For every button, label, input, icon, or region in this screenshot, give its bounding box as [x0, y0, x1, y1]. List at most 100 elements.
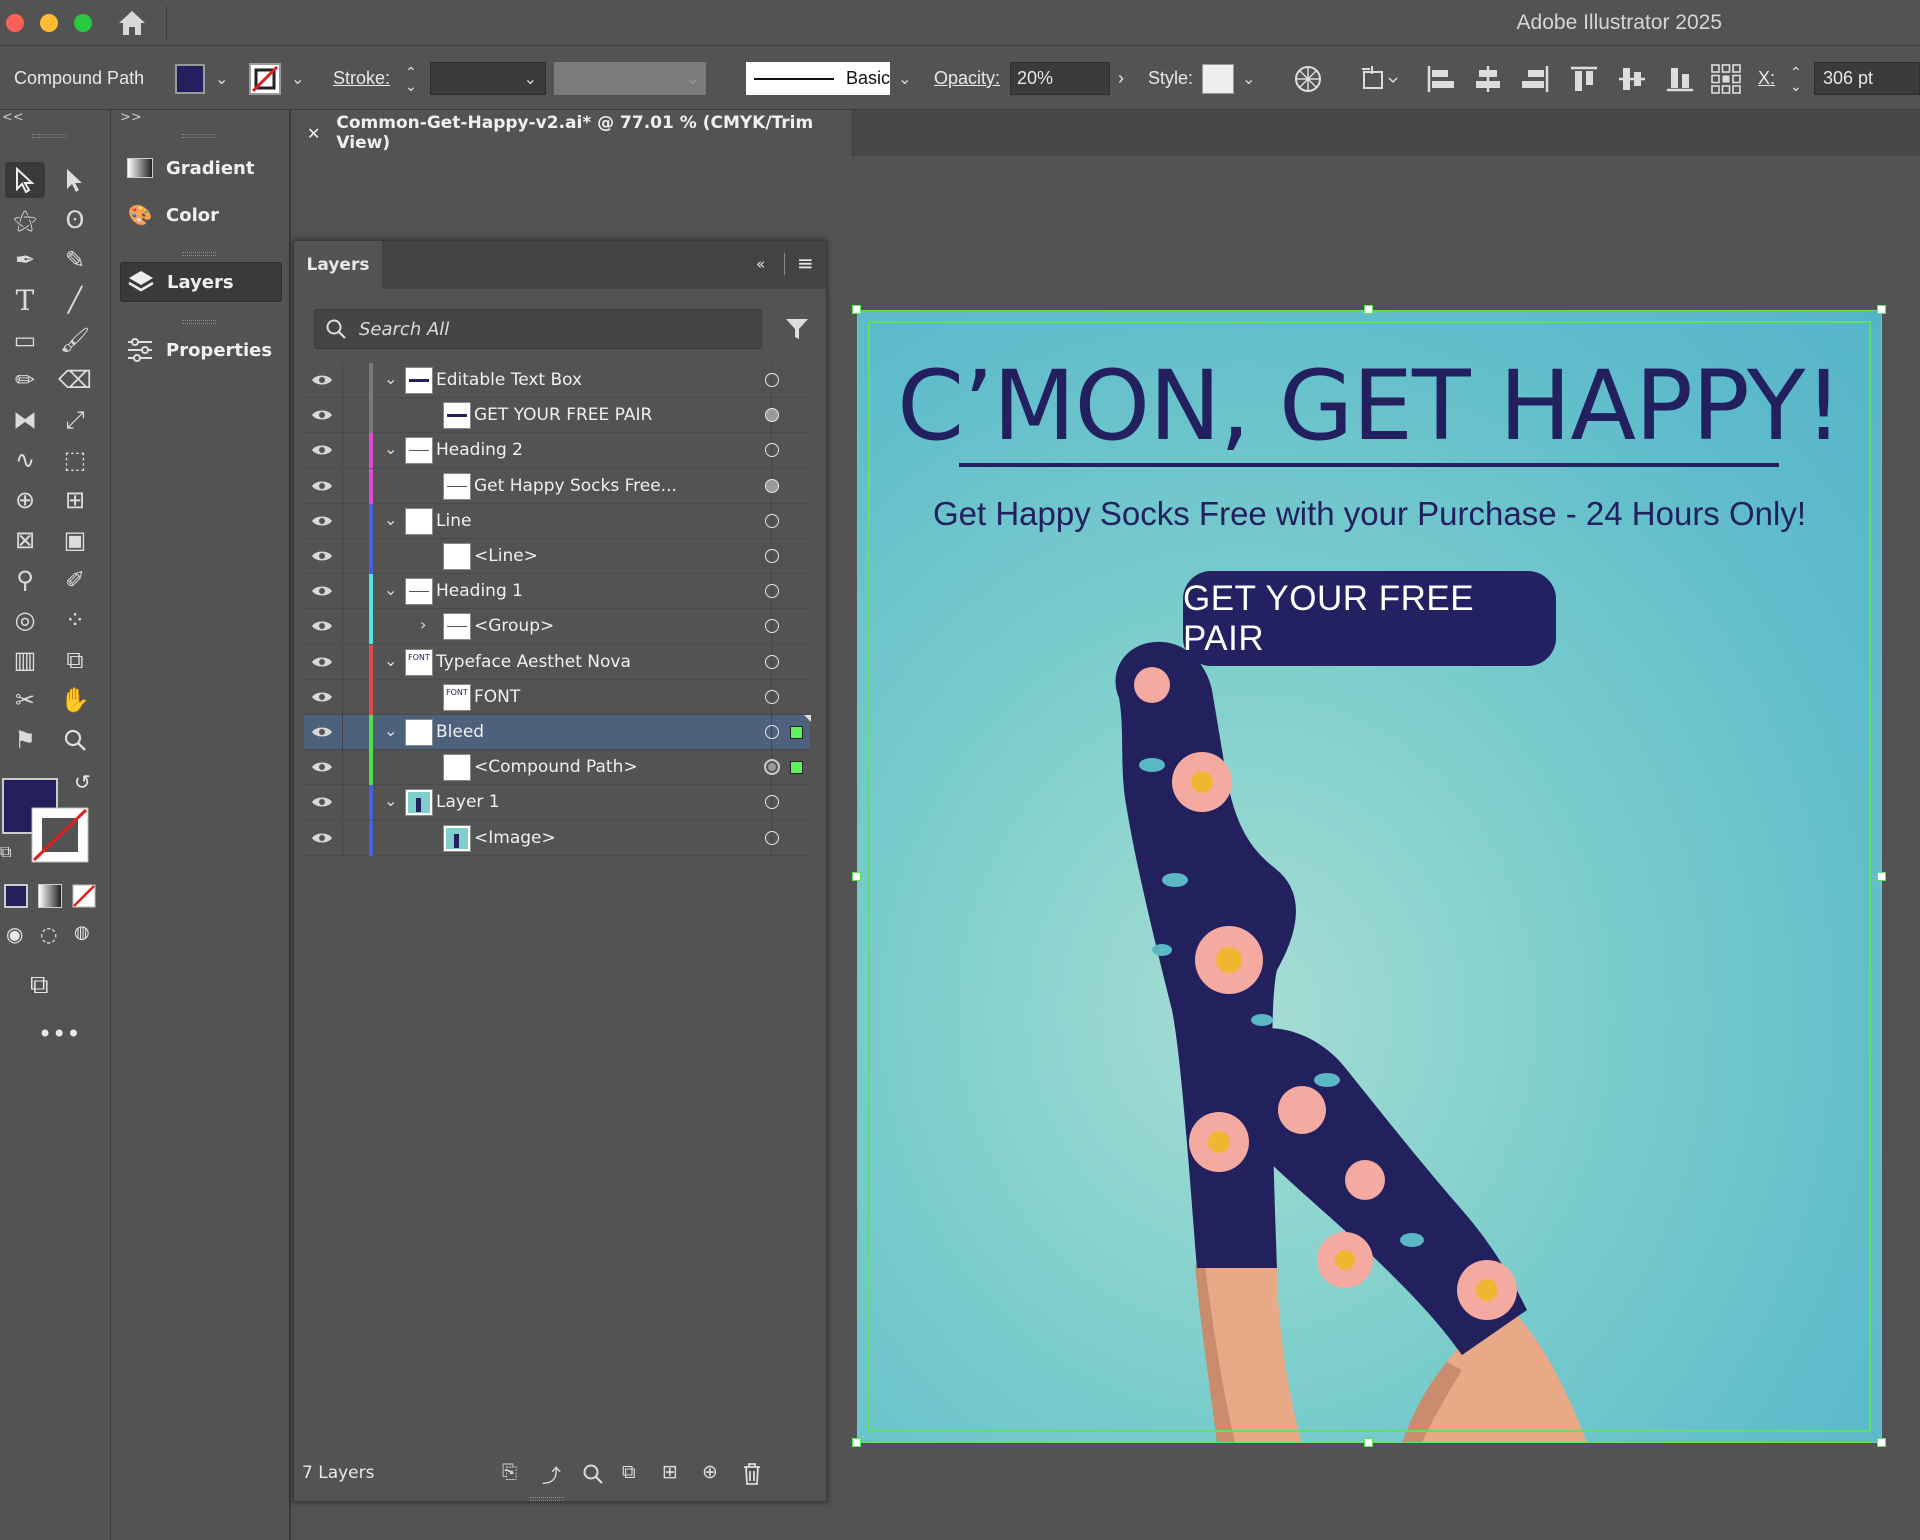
filter-icon[interactable]	[784, 316, 810, 342]
layer-sublayer-row[interactable]: GET YOUR FREE PAIR	[304, 398, 810, 434]
layer-row[interactable]: ⌄ Bleed	[304, 715, 810, 750]
stroke-color-swatch[interactable]	[30, 806, 90, 864]
target-appearance-icon[interactable]	[765, 443, 779, 458]
target-appearance-icon[interactable]	[765, 619, 779, 634]
panel-grip[interactable]	[530, 1497, 564, 1501]
chevron-right-icon[interactable]: ›	[420, 615, 426, 634]
chevron-down-icon[interactable]: ⌄	[384, 510, 397, 529]
eye-visibility-icon[interactable]	[308, 580, 336, 602]
resize-handle[interactable]	[1877, 1438, 1886, 1447]
eraser-tool-icon[interactable]: ⌫	[55, 362, 95, 398]
mesh-tool-icon[interactable]: ⊠	[5, 522, 45, 558]
chevron-down-icon[interactable]: ⌄	[215, 69, 228, 89]
warp-tool-icon[interactable]: ∿	[5, 442, 45, 478]
collect-for-export-icon[interactable]: ⎘	[502, 1461, 517, 1483]
free-transform-tool-icon[interactable]: ⬚	[55, 442, 95, 478]
dock-item-properties[interactable]: Properties	[120, 330, 282, 370]
lock-toggle-column[interactable]	[342, 503, 343, 539]
eye-visibility-icon[interactable]	[308, 510, 336, 532]
artboard-tool-icon[interactable]: ⧉	[55, 642, 95, 678]
fill-swatch[interactable]	[175, 63, 205, 94]
lock-toggle-column[interactable]	[342, 644, 343, 680]
draw-normal-icon[interactable]: ◉	[6, 922, 23, 946]
edit-toolbar-icon[interactable]: ⚑	[5, 722, 45, 758]
target-appearance-icon[interactable]	[765, 584, 779, 599]
eye-visibility-icon[interactable]	[308, 721, 336, 743]
target-appearance-icon[interactable]	[765, 830, 779, 845]
zoom-window-button[interactable]	[74, 14, 92, 32]
measure-tool-icon[interactable]: ✐	[55, 562, 95, 598]
target-appearance-icon[interactable]	[764, 759, 780, 776]
dock-item-gradient[interactable]: Gradient	[120, 148, 282, 188]
chevron-down-icon[interactable]: ⌄	[384, 791, 397, 810]
lock-toggle-column[interactable]	[342, 468, 343, 504]
tab-layers[interactable]: Layers	[294, 241, 382, 289]
recolor-artwork-icon[interactable]	[1293, 64, 1323, 94]
reflect-tool-icon[interactable]: ⧓	[5, 402, 45, 438]
layer-row[interactable]: ⌄ Editable Text Box	[304, 363, 810, 398]
locate-object-icon[interactable]	[582, 1463, 604, 1485]
line-segment-tool-icon[interactable]: ╱	[55, 282, 95, 318]
brush-definition-dropdown[interactable]: Basic	[746, 62, 890, 95]
chevron-down-icon[interactable]: ⌄	[291, 69, 304, 89]
collapse-panels-button[interactable]: <<	[2, 110, 24, 125]
align-bottom-icon[interactable]	[1665, 64, 1695, 94]
layer-sublayer-row[interactable]: <Line>	[304, 539, 810, 574]
minimize-window-button[interactable]	[40, 14, 58, 32]
color-mode-icon[interactable]	[4, 884, 28, 908]
chevron-down-icon[interactable]: ⌄	[384, 369, 397, 388]
export-icon[interactable]: ⤴	[542, 1461, 561, 1488]
eye-visibility-icon[interactable]	[308, 439, 336, 461]
eye-visibility-icon[interactable]	[308, 475, 336, 497]
collapse-panel-icon[interactable]: «	[756, 255, 765, 273]
layer-row[interactable]: ⌄ Line	[304, 503, 810, 539]
scale-tool-icon[interactable]: ⤢	[55, 402, 95, 438]
layer-row[interactable]: ⌄ Layer 1	[304, 785, 810, 821]
target-appearance-icon[interactable]	[765, 549, 779, 563]
headline-underline[interactable]	[959, 463, 1779, 467]
align-vertical-center-icon[interactable]	[1617, 64, 1647, 94]
chevron-down-icon[interactable]: ⌄	[1242, 69, 1255, 89]
eye-visibility-icon[interactable]	[308, 651, 336, 673]
panel-grip[interactable]	[32, 134, 66, 138]
align-right-icon[interactable]	[1521, 64, 1551, 94]
transform-icon[interactable]	[1360, 64, 1400, 94]
hand-tool-icon[interactable]: ✋	[55, 682, 95, 718]
graphic-style-swatch[interactable]	[1202, 63, 1234, 94]
eye-visibility-icon[interactable]	[308, 686, 336, 708]
target-appearance-icon[interactable]	[765, 373, 779, 387]
variable-width-profile-dropdown[interactable]: ⌄	[554, 62, 706, 95]
lock-toggle-column[interactable]	[342, 679, 343, 715]
target-appearance-icon[interactable]	[765, 478, 779, 493]
create-sublayer-icon[interactable]: ⊞	[662, 1461, 678, 1483]
target-appearance-icon[interactable]	[765, 408, 779, 423]
artboard[interactable]: C’MON, GET HAPPY! Get Happy Socks Free w…	[857, 310, 1882, 1443]
rectangle-tool-icon[interactable]: ▭	[5, 322, 45, 358]
draw-behind-icon[interactable]: ◌	[40, 922, 57, 946]
default-fill-stroke-icon[interactable]: ⧉	[0, 842, 11, 862]
eye-visibility-icon[interactable]	[308, 369, 336, 391]
selection-tool-icon[interactable]	[5, 162, 45, 198]
target-appearance-icon[interactable]	[765, 795, 779, 810]
layer-sublayer-row[interactable]: Get Happy Socks Free...	[304, 468, 810, 504]
target-appearance-icon[interactable]	[765, 689, 779, 704]
target-appearance-icon[interactable]	[765, 725, 779, 739]
panel-grip[interactable]	[182, 252, 216, 256]
align-horizontal-center-icon[interactable]	[1473, 64, 1503, 94]
resize-handle[interactable]	[852, 1438, 861, 1447]
paintbrush-tool-icon[interactable]: 🖌	[55, 322, 95, 358]
panel-menu-icon[interactable]: ≡	[797, 251, 814, 275]
layers-search-input[interactable]: Search All	[314, 309, 762, 349]
close-window-button[interactable]	[6, 14, 24, 32]
lock-toggle-column[interactable]	[342, 363, 343, 398]
pencil-tool-icon[interactable]: ✏	[5, 362, 45, 398]
shape-builder-tool-icon[interactable]: ⊕	[5, 482, 45, 518]
align-left-icon[interactable]	[1425, 64, 1455, 94]
create-new-layer-icon[interactable]: ⊕	[702, 1461, 718, 1483]
chevron-down-icon[interactable]: ⌄	[898, 69, 911, 89]
layer-sublayer-row[interactable]: <Compound Path>	[304, 750, 810, 786]
column-graph-tool-icon[interactable]: ▥	[5, 642, 45, 678]
chevron-right-icon[interactable]: ›	[1118, 68, 1124, 89]
opacity-label[interactable]: Opacity:	[934, 47, 1000, 110]
resize-handle[interactable]	[1364, 1438, 1373, 1447]
